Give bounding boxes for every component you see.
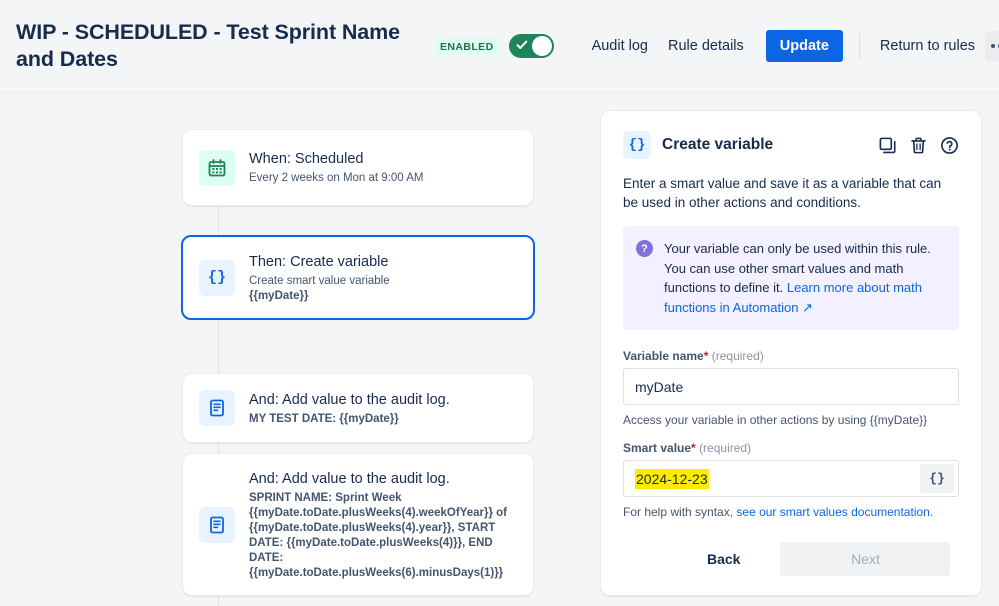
document-icon <box>199 390 235 426</box>
step-variable: {{myDate}} <box>249 289 309 302</box>
update-button[interactable]: Update <box>765 30 843 62</box>
step-title: Then: Create variable <box>249 253 389 270</box>
curly-braces-icon: {} <box>199 259 235 296</box>
smart-value-input[interactable]: 2024-12-23 <box>624 461 920 496</box>
variable-name-help: Access your variable in other actions by… <box>623 413 928 427</box>
required-star: * <box>691 441 696 455</box>
nav-audit-log[interactable]: Audit log <box>582 32 658 60</box>
calendar-icon <box>199 149 235 186</box>
return-to-rules-link[interactable]: Return to rules <box>870 32 985 60</box>
step-body: And: Add value to the audit log. SPRINT … <box>249 469 517 581</box>
panel-description: Enter a smart value and save it as a var… <box>623 176 942 210</box>
dot-1 <box>991 44 996 48</box>
step-title: And: Add value to the audit log. <box>249 470 450 487</box>
smart-value-text: 2024-12-23 <box>635 468 709 489</box>
back-button[interactable]: Back <box>693 543 754 575</box>
note-text: Your variable can only be used within th… <box>664 239 945 317</box>
variable-name-input[interactable]: myDate <box>623 368 959 405</box>
variable-name-label-text: Variable name <box>623 349 704 363</box>
step-body: Then: Create variable Create smart value… <box>249 252 517 304</box>
step-subtitle: Every 2 weeks on Mon at 9:00 AM <box>249 172 424 184</box>
step-subtitle: SPRINT NAME: Sprint Week {{myDate.toDate… <box>249 491 507 579</box>
question-icon: ? <box>636 240 653 257</box>
next-button[interactable]: Next <box>780 542 951 576</box>
status-badge: ENABLED <box>434 37 500 55</box>
help-icon[interactable] <box>940 136 959 155</box>
header-divider <box>858 33 860 59</box>
panel-header: {} Create variable <box>623 131 959 159</box>
check-icon <box>516 40 527 49</box>
smart-value-label: Smart value* (required) <box>623 441 959 455</box>
smart-value-field[interactable]: 2024-12-23 {} <box>623 460 959 497</box>
panel-action-icons <box>878 136 959 155</box>
curly-braces-icon: {} <box>623 131 651 159</box>
workflow-step-trigger-scheduled[interactable]: When: Scheduled Every 2 weeks on Mon at … <box>182 129 534 206</box>
step-subtitle: MY TEST DATE: {{myDate}} <box>249 412 399 425</box>
create-variable-panel: {} Create variable Enter a smart value a… <box>600 110 982 596</box>
workflow-step-audit-log-1[interactable]: And: Add value to the audit log. MY TEST… <box>182 373 534 443</box>
step-body: And: Add value to the audit log. MY TEST… <box>249 390 517 427</box>
connector-4 <box>218 596 219 606</box>
step-subtitle: Create smart value variable <box>249 274 390 287</box>
step-body: When: Scheduled Every 2 weeks on Mon at … <box>249 149 517 186</box>
panel-footer: Back Next <box>623 542 959 576</box>
variable-name-label: Variable name* (required) <box>623 349 959 363</box>
automation-rule-page: WIP - SCHEDULED - Test Sprint Name and D… <box>0 0 999 606</box>
workflow-step-audit-log-2[interactable]: And: Add value to the audit log. SPRINT … <box>182 453 534 596</box>
info-note: ? Your variable can only be used within … <box>623 226 959 330</box>
smart-value-help-prefix: For help with syntax, <box>623 505 737 519</box>
trash-icon[interactable] <box>909 136 928 155</box>
smart-value-label-text: Smart value <box>623 441 692 455</box>
more-actions-button[interactable] <box>985 31 999 61</box>
rule-status: ENABLED <box>434 34 554 58</box>
smart-values-doc-link[interactable]: see our smart values documentation. <box>736 505 933 519</box>
header-actions: ENABLED Audit log Rule details Update Re… <box>434 30 999 62</box>
smart-value-help: For help with syntax, see our smart valu… <box>623 504 959 520</box>
nav-rule-details[interactable]: Rule details <box>658 32 754 60</box>
connector-2 <box>218 316 219 374</box>
toggle-knob <box>531 36 552 56</box>
document-icon <box>199 506 235 543</box>
required-hint: (required) <box>711 349 764 363</box>
panel-title: Create variable <box>662 136 774 153</box>
enabled-toggle[interactable] <box>508 34 554 58</box>
copy-icon[interactable] <box>878 136 897 155</box>
page-title: WIP - SCHEDULED - Test Sprint Name and D… <box>16 20 401 71</box>
workflow-step-create-variable[interactable]: {} Then: Create variable Create smart va… <box>181 235 535 320</box>
required-star: * <box>703 349 709 363</box>
page-header: WIP - SCHEDULED - Test Sprint Name and D… <box>0 0 999 93</box>
step-title: When: Scheduled <box>249 151 364 167</box>
step-title: And: Add value to the audit log. <box>249 391 450 408</box>
required-hint: (required) <box>699 441 752 455</box>
insert-smart-value-button[interactable]: {} <box>920 464 954 493</box>
